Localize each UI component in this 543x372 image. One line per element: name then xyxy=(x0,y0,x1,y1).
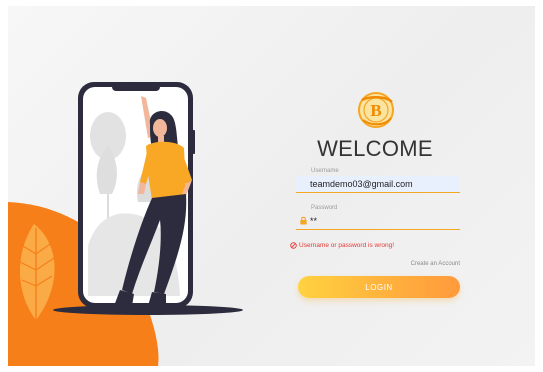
screen-frame: B WELCOME Username Password U xyxy=(0,0,543,372)
error-message: Username or password is wrong! xyxy=(290,242,394,249)
password-label: Password xyxy=(311,205,338,211)
welcome-title: WELCOME xyxy=(317,136,433,161)
login-form: B WELCOME Username Password U xyxy=(290,6,460,366)
error-circle-icon xyxy=(290,242,297,249)
password-input[interactable] xyxy=(296,213,460,230)
login-page: B WELCOME Username Password U xyxy=(8,6,535,366)
coin-b-logo-icon: B xyxy=(358,92,394,128)
login-button[interactable]: LOGIN xyxy=(298,276,460,298)
username-input[interactable] xyxy=(296,176,460,193)
phone-illustration xyxy=(8,82,243,366)
svg-text:B: B xyxy=(370,101,381,120)
create-account-link[interactable]: Create an Account xyxy=(411,261,460,267)
error-text: Username or password is wrong! xyxy=(299,242,395,249)
username-label: Username xyxy=(311,168,339,174)
